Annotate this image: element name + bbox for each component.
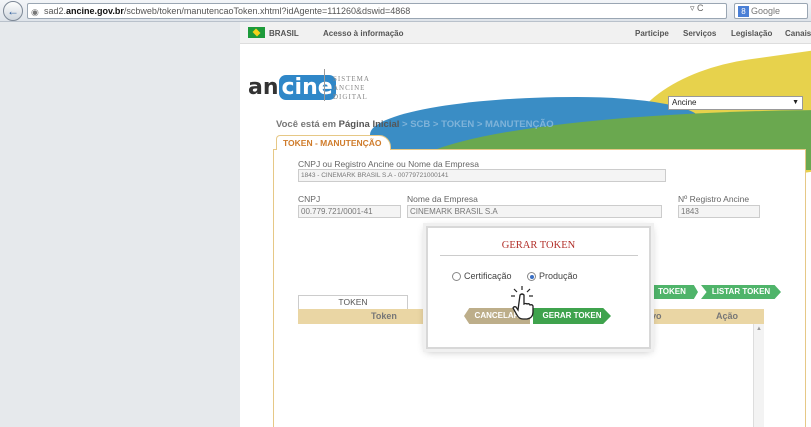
chevron-down-icon: ▼: [792, 99, 799, 106]
refresh-icon[interactable]: ▿ C: [690, 3, 704, 14]
gerar-token-dialog: GERAR TOKEN Certificação Produção CANCEL…: [426, 226, 651, 349]
url-prefix: sad2.: [44, 6, 67, 16]
globe-icon: ◉: [31, 7, 39, 17]
radio-certificacao-label[interactable]: Certificação: [464, 271, 512, 281]
column-header-acao[interactable]: Ação: [716, 311, 738, 321]
brazil-flag-icon: [248, 27, 265, 38]
country-link[interactable]: BRASIL: [269, 29, 299, 38]
tab-token-manutencao[interactable]: TOKEN - MANUTENÇÃO: [276, 135, 391, 150]
logo-divider: [324, 69, 325, 101]
token-button[interactable]: TOKEN: [646, 285, 698, 299]
cnpj-label: CNPJ: [298, 194, 321, 204]
gerar-token-button[interactable]: GERAR TOKEN: [533, 308, 611, 324]
column-header-token[interactable]: Token: [371, 311, 397, 321]
logo-subtitle: SISTEMA ANCINE DIGITAL: [333, 75, 370, 102]
url-path: /scbweb/token/manutencaoToken.xhtml?idAg…: [123, 6, 411, 16]
cnpj-field[interactable]: 00.779.721/0001-41: [298, 205, 401, 218]
radio-certificacao[interactable]: [452, 272, 461, 281]
back-arrow-icon[interactable]: ←: [3, 1, 23, 21]
company-search-input[interactable]: 1843 - CINEMARK BRASIL S.A - 00779721000…: [298, 169, 666, 182]
hand-cursor-icon: [511, 286, 534, 320]
agency-select[interactable]: Ancine ▼: [668, 96, 803, 110]
left-margin: [0, 22, 240, 427]
ancine-logo[interactable]: an cine: [248, 75, 336, 100]
address-bar[interactable]: ◉ sad2.ancine.gov.br/scbweb/token/manute…: [27, 3, 727, 19]
registro-label: Nº Registro Ancine: [678, 194, 750, 204]
nav-link-servicos[interactable]: Serviços: [683, 29, 716, 38]
grid-scrollbar[interactable]: [753, 324, 764, 427]
nav-link-participe[interactable]: Participe: [635, 29, 669, 38]
browser-toolbar: ← ◉ sad2.ancine.gov.br/scbweb/token/manu…: [0, 0, 811, 22]
radio-producao[interactable]: [527, 272, 536, 281]
search-placeholder: Google: [751, 6, 781, 16]
access-info-link[interactable]: Acesso à informação: [323, 29, 403, 38]
agency-select-value: Ancine: [672, 98, 697, 107]
logo-cine: cine: [278, 75, 336, 100]
radio-producao-label[interactable]: Produção: [539, 271, 578, 281]
grid-tab-token[interactable]: TOKEN: [298, 295, 408, 309]
listar-token-button[interactable]: LISTAR TOKEN: [701, 285, 781, 299]
breadcrumb-trail: > SCB > TOKEN > MANUTENÇÃO: [399, 119, 554, 130]
web-page: BRASIL Acesso à informação Participe Ser…: [240, 22, 811, 427]
breadcrumb: Você está em Página Inicial > SCB > TOKE…: [276, 119, 554, 130]
nav-link-legislacao[interactable]: Legislação: [731, 29, 772, 38]
company-name-label: Nome da Empresa: [407, 194, 478, 204]
logo-sub-line: DIGITAL: [333, 93, 368, 101]
nav-link-canais[interactable]: Canais: [785, 29, 811, 38]
column-header-ativo[interactable]: vo: [651, 311, 662, 321]
dialog-divider: [440, 255, 638, 256]
registro-field[interactable]: 1843: [678, 205, 760, 218]
breadcrumb-prefix: Você está em: [276, 119, 339, 130]
dialog-title: GERAR TOKEN: [501, 240, 576, 251]
company-name-field[interactable]: CINEMARK BRASIL S.A: [407, 205, 662, 218]
search-field-label: CNPJ ou Registro Ancine ou Nome da Empre…: [298, 159, 479, 169]
breadcrumb-home-link[interactable]: Página Inicial: [339, 119, 400, 130]
logo-an: an: [248, 75, 279, 100]
logo-sub-line: ANCINE: [333, 84, 366, 92]
search-engine-icon: 8: [738, 6, 749, 18]
government-bar: BRASIL Acesso à informação Participe Ser…: [240, 22, 811, 44]
search-input[interactable]: 8 Google: [734, 3, 808, 19]
url-domain: ancine.gov.br: [66, 6, 124, 16]
logo-sub-line: SISTEMA: [333, 75, 370, 83]
